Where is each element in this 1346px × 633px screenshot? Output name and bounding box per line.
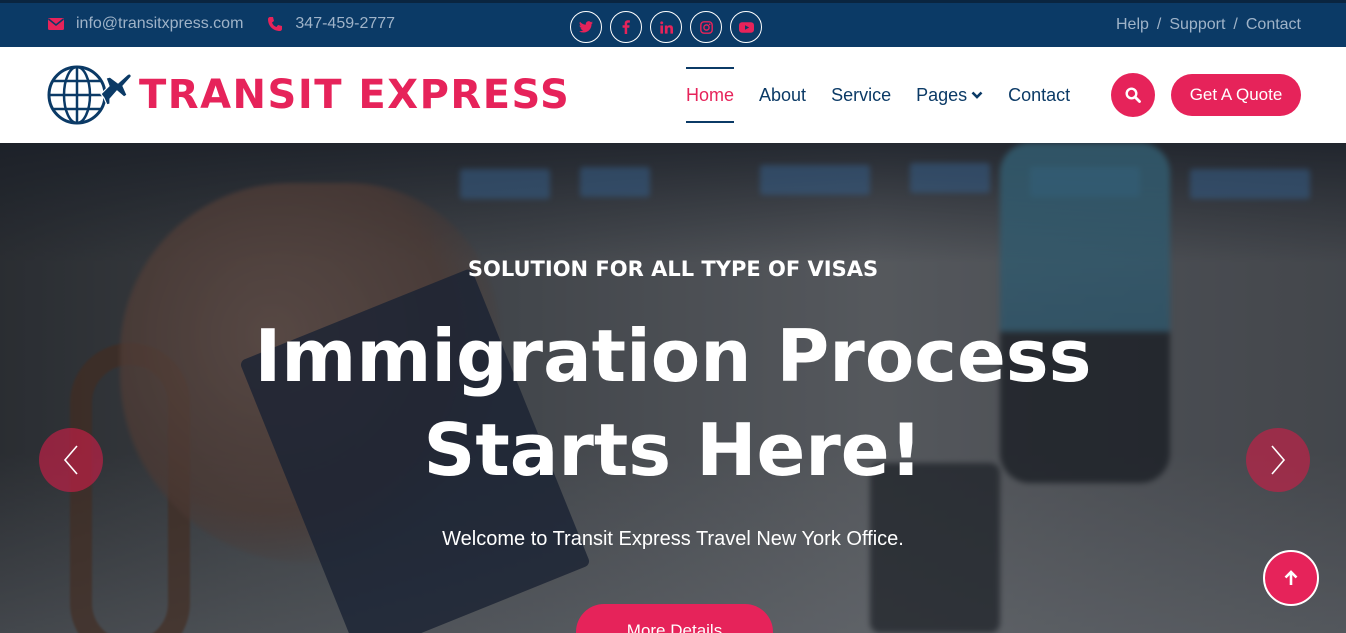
- facebook-link[interactable]: [610, 11, 642, 43]
- search-button[interactable]: [1111, 73, 1155, 117]
- top-contact: info@transitxpress.com 347-459-2777: [48, 15, 419, 33]
- facebook-icon: [622, 20, 630, 34]
- email-link[interactable]: info@transitxpress.com: [48, 15, 243, 33]
- nav-pages-label: Pages: [916, 84, 968, 105]
- chevron-left-icon: [63, 445, 78, 475]
- nav-pages[interactable]: Pages: [916, 47, 983, 143]
- hero-welcome-text: Welcome to Transit Express Travel New Yo…: [442, 528, 904, 550]
- nav-contact[interactable]: Contact: [1008, 47, 1070, 143]
- chevron-right-icon: [1271, 445, 1286, 475]
- linkedin-link[interactable]: [650, 11, 682, 43]
- search-icon: [1125, 87, 1141, 103]
- scroll-to-top-button[interactable]: [1263, 550, 1319, 606]
- slider-next-button[interactable]: [1246, 428, 1310, 492]
- more-details-button[interactable]: More Details: [576, 604, 773, 633]
- social-links: [570, 11, 770, 43]
- main-navbar: TRANSIT EXPRESS Home About Service Pages…: [0, 47, 1346, 143]
- top-bar: info@transitxpress.com 347-459-2777 Help…: [0, 0, 1346, 47]
- chevron-down-icon: [971, 91, 983, 99]
- help-link[interactable]: Help: [1116, 16, 1149, 34]
- twitter-link[interactable]: [570, 11, 602, 43]
- logo[interactable]: TRANSIT EXPRESS: [47, 64, 570, 126]
- hero-headline: Immigration Process Starts Here!: [0, 309, 1346, 497]
- logo-text: TRANSIT EXPRESS: [139, 72, 571, 118]
- hero-subtitle: SOLUTION FOR ALL TYPE OF VISAS: [467, 257, 879, 281]
- support-link[interactable]: Support: [1169, 16, 1225, 34]
- main-menu: Home About Service Pages Contact: [686, 47, 1095, 143]
- phone-icon: [268, 17, 283, 31]
- separator: /: [1156, 16, 1162, 33]
- hero-headline-line-1: Immigration Process: [254, 314, 1092, 398]
- youtube-link[interactable]: [730, 11, 762, 43]
- envelope-icon: [48, 18, 64, 30]
- top-links: Help / Support / Contact: [1116, 16, 1301, 34]
- youtube-icon: [738, 21, 754, 33]
- nav-service[interactable]: Service: [831, 47, 891, 143]
- hero-headline-line-2: Starts Here!: [423, 408, 923, 492]
- separator: /: [1233, 16, 1238, 33]
- instagram-link[interactable]: [690, 11, 722, 43]
- phone-text: 347-459-2777: [295, 15, 396, 32]
- arrow-up-icon: [1284, 570, 1298, 585]
- nav-home[interactable]: Home: [686, 47, 735, 143]
- twitter-icon: [579, 21, 593, 33]
- phone-link[interactable]: 347-459-2777: [267, 15, 395, 33]
- nav-about[interactable]: About: [759, 47, 806, 143]
- instagram-icon: [699, 20, 713, 34]
- get-quote-button[interactable]: Get A Quote: [1171, 74, 1301, 116]
- hero-slider: SOLUTION FOR ALL TYPE OF VISAS Immigrati…: [0, 143, 1346, 633]
- slider-prev-button[interactable]: [39, 428, 103, 492]
- email-text: info@transitxpress.com: [76, 15, 244, 32]
- contact-link[interactable]: Contact: [1246, 16, 1301, 34]
- linkedin-icon: [659, 20, 673, 34]
- globe-plane-icon: [47, 65, 132, 125]
